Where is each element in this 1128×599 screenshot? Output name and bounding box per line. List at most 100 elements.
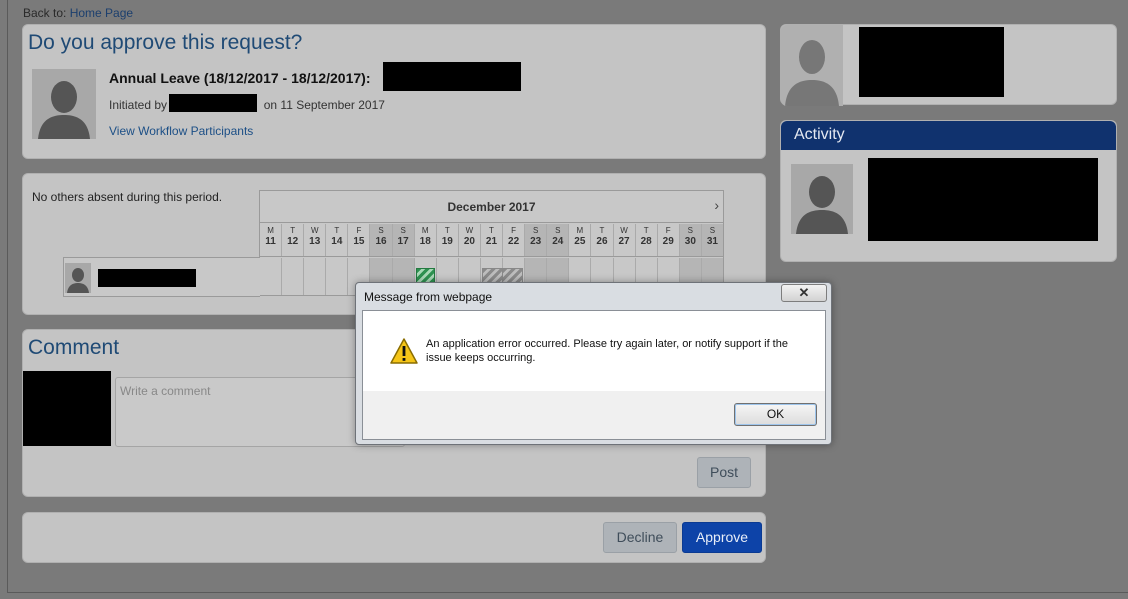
calendar-weekday: S bbox=[378, 226, 384, 235]
other-leave-marker[interactable] bbox=[502, 268, 524, 283]
calendar-weekday: W bbox=[310, 226, 319, 235]
calendar-day-header: W 27 bbox=[614, 224, 636, 256]
requested-leave-marker[interactable] bbox=[415, 268, 435, 283]
calendar-day-header: M 25 bbox=[569, 224, 592, 256]
dialog-title: Message from webpage bbox=[364, 290, 493, 304]
person-avatar bbox=[65, 263, 91, 293]
absent-note: No others absent during this period. bbox=[32, 190, 223, 204]
close-icon[interactable]: ✕ bbox=[781, 284, 827, 302]
calendar-day-number: 14 bbox=[331, 236, 343, 247]
calendar-day-header: S 30 bbox=[679, 224, 702, 256]
calendar-day-header: S 24 bbox=[547, 224, 570, 256]
calendar-month: December 2017 bbox=[260, 191, 723, 223]
chevron-right-icon[interactable]: › bbox=[714, 197, 719, 213]
calendar-day-number: 17 bbox=[397, 236, 409, 247]
dialog-body: An application error occurred. Please tr… bbox=[362, 310, 826, 440]
calendar-cell bbox=[260, 258, 283, 295]
calendar-day-headers: M 11 T 12 W 13 T 14 F 15 S 16 S 17 M 18 T 19 W 20 T 21 F 22 S 23 S… bbox=[260, 224, 723, 257]
activity-card: Activity bbox=[780, 120, 1117, 262]
calendar-weekday: F bbox=[665, 226, 671, 235]
leave-title: Annual Leave (18/12/2017 - 18/12/2017): bbox=[109, 70, 371, 86]
redacted-initiator bbox=[169, 94, 257, 112]
calendar-day-header: F 22 bbox=[503, 224, 526, 256]
approval-card: Do you approve this request? Annual Leav… bbox=[22, 24, 766, 159]
initiated-date: on 11 September 2017 bbox=[263, 98, 385, 112]
calendar-day-number: 20 bbox=[463, 236, 475, 247]
calendar-day-header: F 29 bbox=[658, 224, 680, 256]
calendar-weekday: T bbox=[444, 226, 450, 235]
calendar-weekday: T bbox=[290, 226, 296, 235]
calendar-day-number: 12 bbox=[287, 236, 299, 247]
calendar-day-number: 15 bbox=[353, 236, 365, 247]
calendar-weekday: F bbox=[356, 226, 362, 235]
calendar-weekday: M bbox=[576, 226, 584, 235]
breadcrumb: Back to: Home Page bbox=[23, 6, 133, 20]
calendar-weekday: T bbox=[334, 226, 340, 235]
redacted-activity-details bbox=[868, 158, 1098, 241]
activity-header: Activity bbox=[781, 121, 1116, 150]
comment-title: Comment bbox=[28, 336, 120, 359]
profile-avatar bbox=[781, 25, 843, 106]
calendar-day-number: 31 bbox=[706, 236, 718, 247]
calendar-day-number: 28 bbox=[640, 236, 652, 247]
calendar-day-header: T 19 bbox=[437, 224, 459, 256]
calendar-weekday: S bbox=[709, 226, 716, 235]
calendar-day-header: W 20 bbox=[459, 224, 481, 256]
calendar-day-header: T 12 bbox=[282, 224, 305, 256]
warning-icon bbox=[389, 337, 419, 365]
requester-avatar bbox=[32, 69, 96, 139]
calendar-weekday: W bbox=[465, 226, 474, 235]
calendar-day-header: S 31 bbox=[701, 224, 723, 256]
ok-button[interactable]: OK bbox=[734, 403, 817, 426]
calendar-day-number: 13 bbox=[309, 236, 321, 247]
post-button[interactable]: Post bbox=[697, 457, 751, 488]
error-dialog: Message from webpage ✕ An application er… bbox=[355, 282, 832, 445]
calendar-weekday: S bbox=[555, 226, 561, 235]
calendar-day-number: 11 bbox=[265, 236, 276, 247]
calendar-day-header: W 13 bbox=[304, 224, 327, 256]
calendar-cell bbox=[304, 258, 327, 295]
calendar-day-header: T 14 bbox=[326, 224, 349, 256]
calendar-day-number: 18 bbox=[419, 236, 431, 247]
calendar-day-number: 24 bbox=[552, 236, 564, 247]
calendar-day-header: S 23 bbox=[525, 224, 548, 256]
calendar-weekday: M bbox=[267, 226, 274, 235]
decline-button[interactable]: Decline bbox=[603, 522, 677, 553]
home-page-link[interactable]: Home Page bbox=[70, 6, 133, 20]
other-leave-marker[interactable] bbox=[481, 268, 504, 283]
calendar-day-number: 30 bbox=[684, 236, 696, 247]
absence-calendar: December 2017 › M 11 T 12 W 13 T 14 F 15 S 16 S 17 M 18… bbox=[259, 190, 724, 296]
calendar-weekday: T bbox=[599, 226, 605, 235]
calendar-person-row bbox=[63, 257, 260, 297]
calendar-day-number: 27 bbox=[618, 236, 630, 247]
dialog-message: An application error occurred. Please tr… bbox=[426, 338, 788, 364]
redacted-name bbox=[383, 62, 521, 91]
view-workflow-participants-link[interactable]: View Workflow Participants bbox=[109, 124, 253, 138]
calendar-weekday: T bbox=[643, 226, 649, 235]
redacted-person-name bbox=[98, 269, 196, 287]
back-prefix: Back to: bbox=[23, 6, 67, 20]
calendar-weekday: W bbox=[620, 226, 628, 235]
calendar-day-header: T 26 bbox=[591, 224, 614, 256]
redacted-commenter-avatar bbox=[23, 371, 111, 446]
calendar-day-header: S 17 bbox=[392, 224, 415, 256]
initiated-prefix: Initiated by bbox=[109, 98, 168, 112]
calendar-day-number: 23 bbox=[530, 236, 542, 247]
calendar-weekday: S bbox=[533, 226, 539, 235]
calendar-weekday: S bbox=[400, 226, 406, 235]
calendar-weekday: F bbox=[511, 226, 517, 235]
dialog-footer: OK bbox=[363, 391, 825, 439]
calendar-cell bbox=[282, 258, 305, 295]
calendar-day-header: M 18 bbox=[415, 224, 437, 256]
calendar-day-header: T 28 bbox=[636, 224, 658, 256]
calendar-day-header: F 15 bbox=[348, 224, 371, 256]
approve-button[interactable]: Approve bbox=[682, 522, 762, 553]
calendar-day-header: M 11 bbox=[260, 224, 283, 256]
calendar-day-number: 25 bbox=[574, 236, 586, 247]
calendar-day-number: 22 bbox=[508, 236, 520, 247]
profile-card bbox=[780, 24, 1117, 106]
calendar-day-header: S 16 bbox=[370, 224, 393, 256]
page-title: Do you approve this request? bbox=[28, 31, 303, 54]
calendar-cell bbox=[326, 258, 349, 295]
calendar-day-number: 16 bbox=[375, 236, 387, 247]
